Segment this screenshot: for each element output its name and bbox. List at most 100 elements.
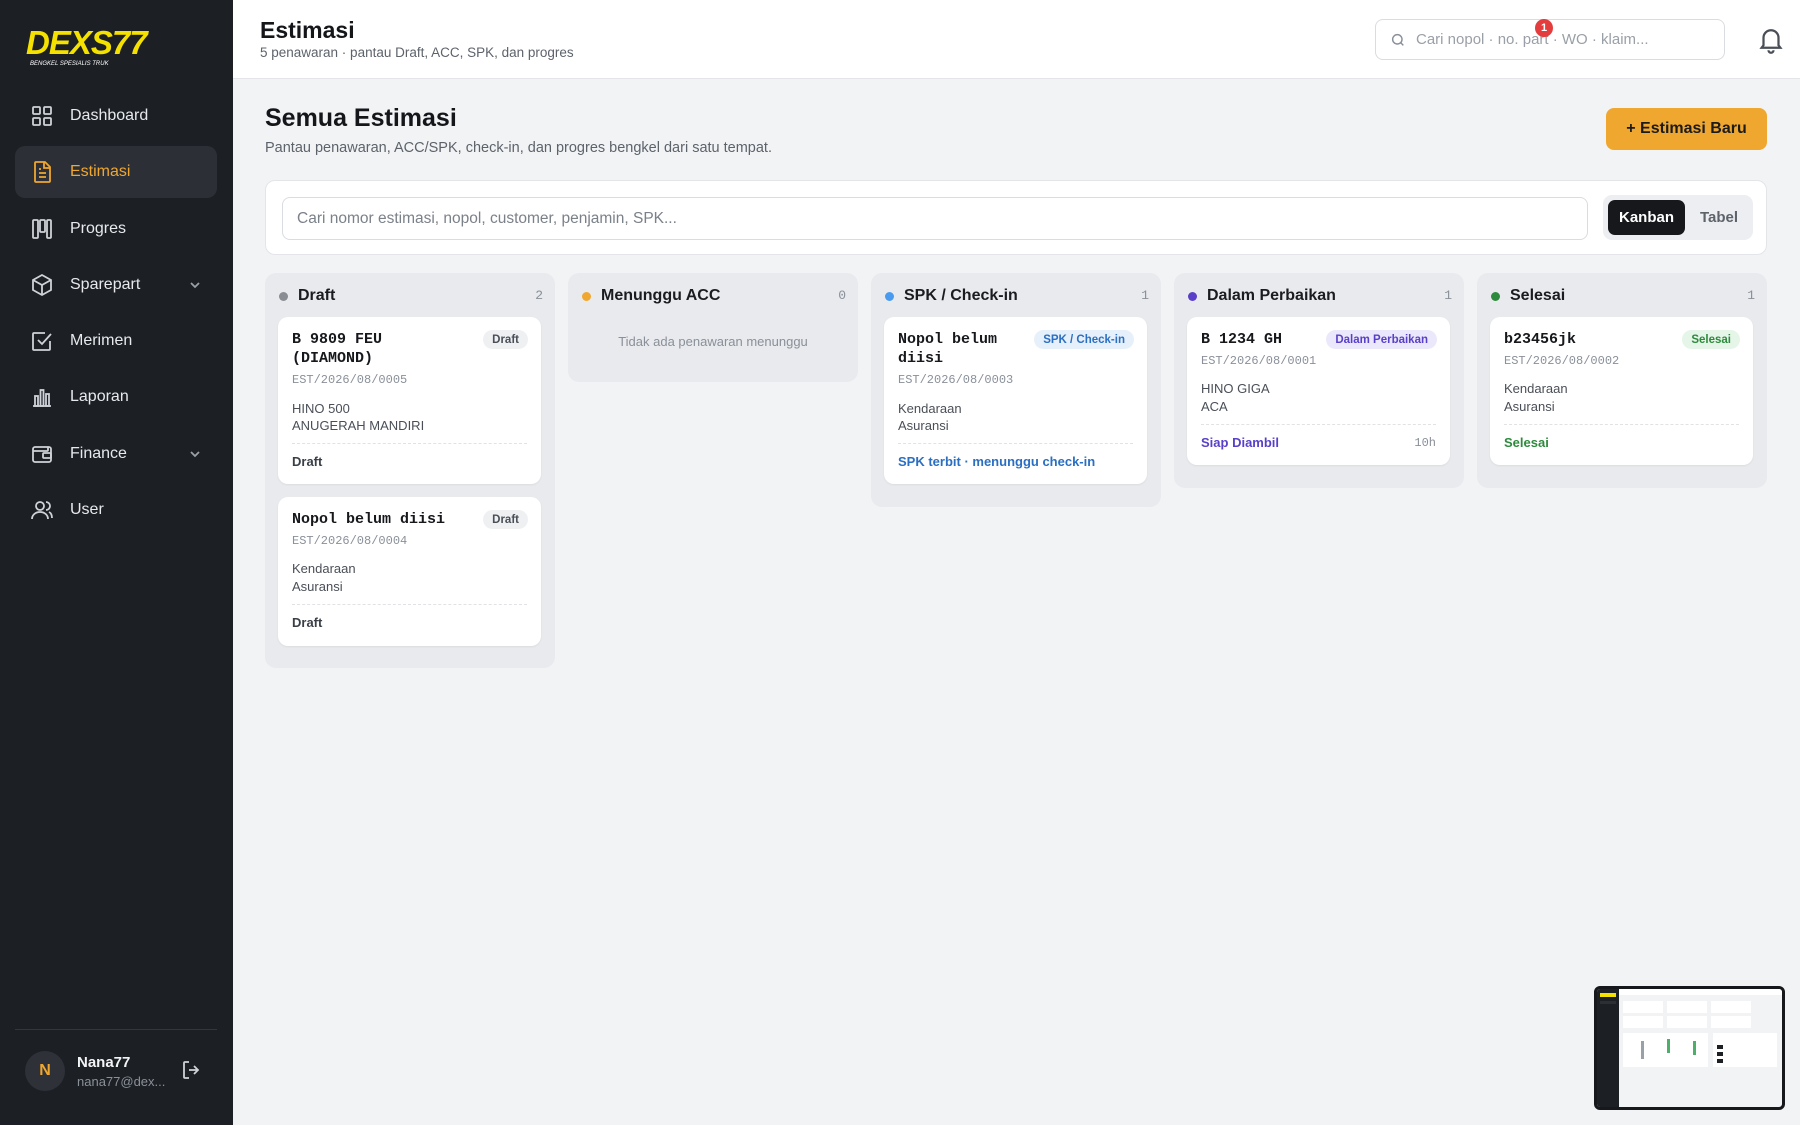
chevron-down-icon[interactable] bbox=[187, 446, 203, 462]
new-estimate-button[interactable]: + Estimasi Baru bbox=[1606, 108, 1767, 150]
card-estimate-number: EST/2026/08/0002 bbox=[1504, 354, 1620, 368]
column-title: Selesai bbox=[1510, 287, 1566, 304]
wallet-icon bbox=[29, 441, 55, 467]
page-subtitle: 5 penawaran · pantau Draft, ACC, SPK, da… bbox=[260, 45, 574, 60]
estimate-card[interactable]: B 9809 FEU (DIAMOND) Draft EST/2026/08/0… bbox=[278, 317, 541, 484]
checkbox-icon bbox=[29, 328, 55, 354]
card-customer: Asuransi bbox=[898, 418, 949, 433]
chevron-down-icon[interactable] bbox=[187, 277, 203, 293]
column-count: 0 bbox=[838, 288, 846, 303]
status-badge: Draft bbox=[483, 330, 528, 349]
sidebar-item-laporan[interactable]: Laporan bbox=[15, 371, 217, 423]
sidebar-item-label: Sparepart bbox=[70, 275, 141, 293]
view-toggle: Kanban Tabel bbox=[1603, 195, 1753, 240]
section-subtitle: Pantau penawaran, ACC/SPK, check-in, dan… bbox=[265, 140, 772, 156]
kanban-column-waiting-acc: Menunggu ACC 0 Tidak ada penawaran menun… bbox=[568, 273, 858, 382]
card-divider bbox=[898, 443, 1133, 444]
filter-bar: Kanban Tabel bbox=[265, 180, 1767, 255]
empty-state-text: Tidak ada penawaran menunggu bbox=[618, 334, 808, 349]
status-badge: SPK / Check-in bbox=[1034, 330, 1134, 349]
sidebar-item-label: Estimasi bbox=[70, 163, 131, 181]
sidebar-item-user[interactable]: User bbox=[15, 484, 217, 536]
document-icon bbox=[29, 159, 55, 185]
page-title: Estimasi bbox=[260, 17, 355, 43]
column-header: Menunggu ACC 0 bbox=[582, 285, 846, 307]
kanban-column-done: Selesai 1 b23456jk Selesai EST/2026/08/0… bbox=[1477, 273, 1767, 488]
estimate-card[interactable]: Nopol belum diisi SPK / Check-in EST/202… bbox=[884, 317, 1147, 484]
status-dot bbox=[279, 291, 288, 301]
column-title: SPK / Check-in bbox=[904, 287, 1018, 304]
box-icon bbox=[29, 272, 55, 298]
estimate-search-input[interactable] bbox=[282, 197, 1588, 240]
card-vehicle: HINO GIGA bbox=[1201, 381, 1270, 396]
status-dot bbox=[885, 291, 894, 301]
card-customer: Asuransi bbox=[1504, 399, 1555, 414]
card-elapsed-time: 10h bbox=[1414, 436, 1436, 450]
user-email: nana77@dex... bbox=[77, 1074, 166, 1089]
column-count: 1 bbox=[1444, 288, 1452, 303]
card-status: Draft bbox=[292, 454, 323, 469]
sidebar-item-sparepart[interactable]: Sparepart bbox=[15, 259, 217, 311]
sidebar-item-dashboard[interactable]: Dashboard bbox=[15, 90, 217, 142]
brand-logo[interactable]: DEXS77 BENGKEL SPESIALIS TRUK bbox=[26, 24, 210, 68]
screen-preview-thumbnail[interactable] bbox=[1594, 986, 1785, 1110]
grid-icon bbox=[29, 103, 55, 129]
users-icon bbox=[29, 497, 55, 523]
sidebar-item-label: Dashboard bbox=[70, 107, 149, 124]
card-divider bbox=[1504, 424, 1739, 425]
column-title: Menunggu ACC bbox=[601, 287, 721, 304]
column-count: 2 bbox=[535, 288, 543, 303]
sidebar-item-estimasi[interactable]: Estimasi bbox=[15, 146, 217, 199]
status-dot bbox=[1491, 291, 1500, 301]
estimate-card[interactable]: Nopol belum diisi Draft EST/2026/08/0004… bbox=[278, 497, 541, 646]
card-estimate-number: EST/2026/08/0004 bbox=[292, 534, 408, 548]
card-plate: B 9809 FEU (DIAMOND) bbox=[292, 331, 383, 367]
brand-tagline: BENGKEL SPESIALIS TRUK bbox=[30, 61, 110, 67]
search-icon bbox=[1391, 33, 1404, 46]
sidebar-item-label: Laporan bbox=[70, 388, 129, 406]
card-customer: ACA bbox=[1201, 399, 1228, 414]
kanban-icon bbox=[29, 216, 55, 242]
brand-logo-text: DEXS77 bbox=[26, 24, 149, 61]
kanban-column-in-repair: Dalam Perbaikan 1 B 1234 GH Dalam Perbai… bbox=[1174, 273, 1464, 488]
card-customer: ANUGERAH MANDIRI bbox=[292, 418, 425, 433]
card-divider bbox=[292, 604, 527, 605]
top-header: Estimasi 5 penawaran · pantau Draft, ACC… bbox=[233, 0, 1800, 79]
status-badge: Selesai bbox=[1682, 330, 1740, 349]
view-table-button[interactable]: Tabel bbox=[1690, 200, 1748, 235]
sidebar-item-merimen[interactable]: Merimen bbox=[15, 315, 217, 367]
card-vehicle: Kendaraan bbox=[1504, 381, 1568, 396]
column-title: Dalam Perbaikan bbox=[1207, 287, 1336, 304]
card-plate: b23456jk bbox=[1504, 331, 1577, 348]
view-kanban-button[interactable]: Kanban bbox=[1608, 200, 1685, 235]
column-count: 1 bbox=[1141, 288, 1149, 303]
estimate-card[interactable]: B 1234 GH Dalam Perbaikan EST/2026/08/00… bbox=[1187, 317, 1450, 465]
status-badge: Dalam Perbaikan bbox=[1326, 330, 1437, 349]
column-header: Selesai 1 bbox=[1491, 285, 1755, 307]
avatar[interactable]: N bbox=[25, 1051, 65, 1091]
estimate-card[interactable]: b23456jk Selesai EST/2026/08/0002 Kendar… bbox=[1490, 317, 1753, 465]
kanban-column-spk-checkin: SPK / Check-in 1 Nopol belum diisi SPK /… bbox=[871, 273, 1161, 507]
sidebar-item-finance[interactable]: Finance bbox=[15, 428, 217, 480]
logout-icon[interactable] bbox=[180, 1058, 204, 1082]
bell-icon[interactable] bbox=[1756, 24, 1786, 54]
kanban-column-draft: Draft 2 B 9809 FEU (DIAMOND) Draft EST/2… bbox=[265, 273, 555, 668]
card-status: Siap Diambil bbox=[1201, 435, 1280, 450]
sidebar-item-progres[interactable]: Progres bbox=[15, 203, 217, 255]
sidebar-item-label: Finance bbox=[70, 444, 127, 462]
sidebar: DEXS77 BENGKEL SPESIALIS TRUK Dashboard … bbox=[0, 0, 233, 1125]
status-dot bbox=[1188, 291, 1197, 301]
global-search-input[interactable] bbox=[1416, 31, 1706, 48]
card-status: Selesai bbox=[1504, 435, 1549, 450]
preview-image bbox=[1597, 989, 1782, 1107]
card-estimate-number: EST/2026/08/0005 bbox=[292, 373, 408, 387]
card-divider bbox=[292, 443, 527, 444]
sidebar-item-label: User bbox=[70, 501, 104, 519]
card-estimate-number: EST/2026/08/0001 bbox=[1201, 354, 1317, 368]
card-status: Draft bbox=[292, 615, 323, 630]
user-panel: N Nana77 nana77@dex... bbox=[15, 1029, 217, 1125]
card-vehicle: Kendaraan bbox=[292, 561, 356, 576]
sidebar-item-label: Merimen bbox=[70, 332, 133, 350]
user-name: Nana77 bbox=[77, 1054, 131, 1071]
card-divider bbox=[1201, 424, 1436, 425]
